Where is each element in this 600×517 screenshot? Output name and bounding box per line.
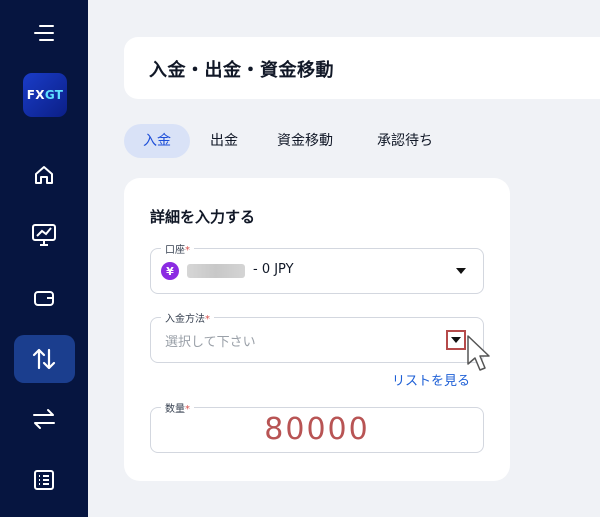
swap-icon[interactable] — [0, 404, 88, 434]
menu-icon[interactable] — [0, 18, 88, 48]
home-icon[interactable] — [0, 160, 88, 190]
fxgt-logo[interactable]: FX GT — [23, 73, 67, 117]
wallet-icon[interactable] — [0, 283, 88, 313]
yen-currency-icon: ¥ — [161, 262, 179, 280]
chevron-down-icon[interactable] — [456, 268, 466, 274]
amount-field[interactable]: 数量* 80000 — [150, 400, 484, 453]
page-title: 入金・出金・資金移動 — [149, 60, 334, 81]
amount-value[interactable]: 80000 — [151, 412, 483, 447]
tab-withdraw[interactable]: 出金 — [204, 124, 244, 158]
account-select[interactable]: 口座* ¥ - 0 JPY — [150, 241, 484, 294]
deposit-method-select[interactable]: 入金方法* 選択して下さい — [150, 310, 484, 363]
account-label: 口座* — [161, 241, 194, 256]
list-icon[interactable] — [0, 465, 88, 495]
view-list-link[interactable]: リストを見る — [392, 370, 470, 389]
dropdown-toggle-button[interactable] — [446, 330, 466, 350]
account-number-redacted — [187, 264, 245, 278]
logo-fx: FX — [26, 88, 45, 102]
page-header: 入金・出金・資金移動 — [124, 37, 600, 99]
logo-gt: GT — [44, 88, 64, 102]
deposit-form-card: 詳細を入力する 口座* ¥ - 0 JPY 入金方法* 選択して下さい リストを… — [124, 178, 510, 481]
transfer-updown-icon[interactable] — [0, 344, 88, 374]
deposit-method-placeholder: 選択して下さい — [165, 335, 256, 350]
tab-fund-transfer[interactable]: 資金移動 — [270, 124, 340, 158]
chevron-down-icon — [451, 337, 461, 343]
deposit-method-label: 入金方法* — [161, 310, 214, 325]
tab-deposit[interactable]: 入金 — [124, 124, 190, 158]
chart-monitor-icon[interactable] — [0, 220, 88, 250]
tab-pending-approval[interactable]: 承認待ち — [370, 124, 440, 158]
sidebar: FX GT — [0, 0, 88, 517]
mouse-cursor-icon — [466, 334, 492, 378]
account-value: - 0 JPY — [253, 262, 294, 277]
form-title: 詳細を入力する — [150, 208, 256, 226]
